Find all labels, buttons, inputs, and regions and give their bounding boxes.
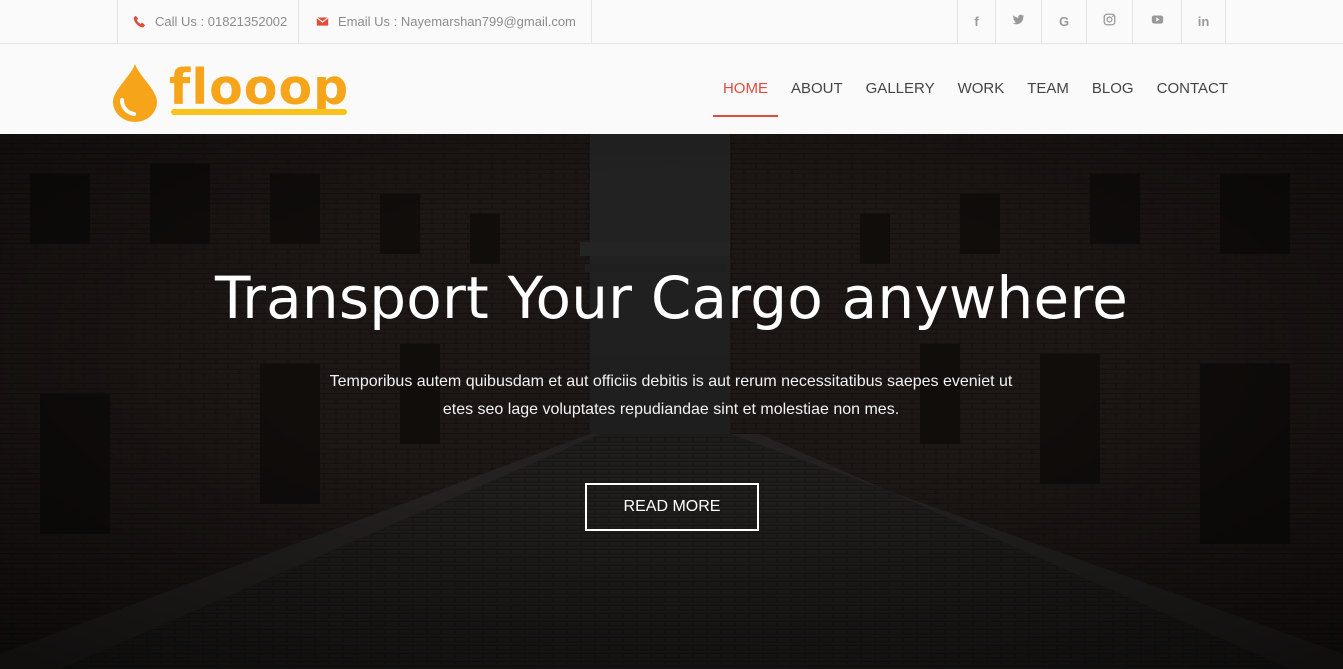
hero-section: Transport Your Cargo anywhere Temporibus… [0, 134, 1343, 669]
phone-icon [133, 15, 146, 28]
hero-title: Transport Your Cargo anywhere [214, 264, 1128, 332]
nav-blog[interactable]: BLOG [1092, 44, 1134, 134]
site-header: flooop HOME ABOUT GALLERY WORK TEAM BLOG… [0, 44, 1343, 134]
linkedin-icon: in [1197, 14, 1210, 29]
twitter-link[interactable] [995, 0, 1041, 43]
youtube-icon [1151, 13, 1164, 31]
nav-work[interactable]: WORK [958, 44, 1005, 134]
twitter-icon [1012, 13, 1025, 31]
nav-team[interactable]: TEAM [1027, 44, 1069, 134]
social-links: f G in [957, 0, 1226, 43]
envelope-icon [316, 15, 329, 28]
phone-text: Call Us : 01821352002 [155, 14, 288, 29]
top-contact-bar: Call Us : 01821352002 Email Us : Nayemar… [0, 0, 1343, 44]
instagram-icon [1103, 13, 1116, 31]
instagram-link[interactable] [1086, 0, 1132, 43]
linkedin-link[interactable]: in [1181, 0, 1226, 43]
google-link[interactable]: G [1041, 0, 1086, 43]
facebook-link[interactable]: f [957, 0, 995, 43]
nav-home[interactable]: HOME [712, 44, 778, 134]
nav-about[interactable]: ABOUT [791, 44, 843, 134]
nav-gallery[interactable]: GALLERY [866, 44, 935, 134]
logo-underline [171, 109, 347, 115]
site-logo[interactable]: flooop [111, 59, 356, 122]
read-more-button[interactable]: READ MORE [585, 483, 759, 531]
main-nav: HOME ABOUT GALLERY WORK TEAM BLOG CONTAC… [700, 44, 1228, 134]
facebook-icon: f [974, 14, 979, 29]
hero-subtitle: Temporibus autem quibusdam et aut offici… [329, 373, 1013, 418]
google-icon: G [1058, 14, 1070, 29]
youtube-link[interactable] [1132, 0, 1181, 43]
drop-logo-icon [113, 64, 157, 122]
email-text: Email Us : Nayemarshan799@gmail.com [338, 14, 576, 29]
nav-contact[interactable]: CONTACT [1157, 44, 1228, 134]
phone-contact[interactable]: Call Us : 01821352002 [117, 0, 298, 43]
email-contact[interactable]: Email Us : Nayemarshan799@gmail.com [298, 0, 592, 43]
